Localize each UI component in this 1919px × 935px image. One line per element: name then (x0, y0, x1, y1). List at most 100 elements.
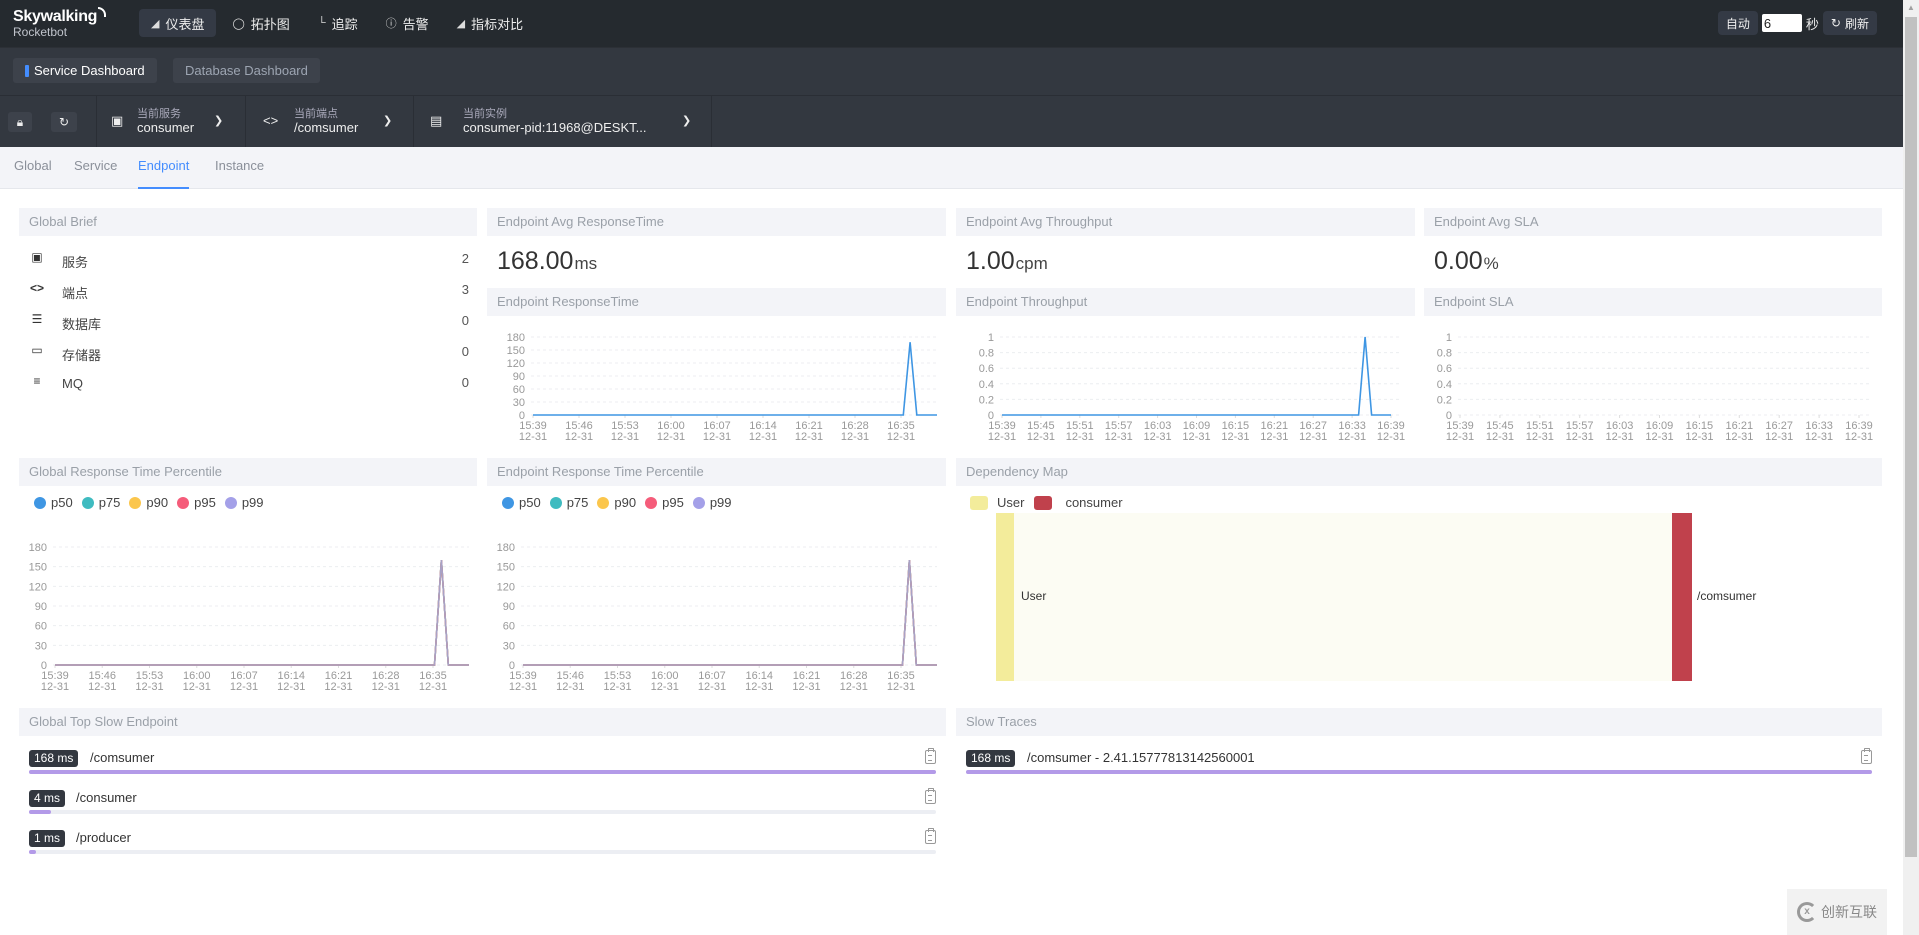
dependency-link[interactable] (996, 513, 1673, 681)
scrollbar-thumb[interactable] (1905, 17, 1917, 857)
subtab-instance[interactable]: Instance (215, 158, 264, 189)
legend-item-p95[interactable]: p95 (177, 495, 216, 510)
series-line-p95[interactable] (523, 560, 937, 666)
x-tick-sublabel: 12-31 (1027, 431, 1055, 443)
refresh-icon: ↻ (1830, 16, 1841, 30)
nav-item-comparison[interactable]: ◢ 指标对比 (445, 9, 535, 37)
vertical-scrollbar[interactable]: ▲ (1903, 0, 1919, 935)
legend-label: p75 (566, 495, 589, 510)
refresh-button[interactable]: ↻ 刷新 (1822, 11, 1877, 35)
duration-badge: 4 ms (29, 790, 66, 807)
x-tick-sublabel: 12-31 (1805, 431, 1833, 443)
instance-selector[interactable]: ▤ 当前实例 consumer-pid:11968@DESKT... ❯ (414, 96, 712, 148)
tab-service-dashboard[interactable]: Service Dashboard (13, 58, 157, 83)
nav-items: ◢ 仪表盘 ◯ 拓扑图 └ 追踪 ⓘ 告警 ◢ 指标对比 (139, 9, 535, 37)
legend-dot (645, 496, 658, 509)
clipboard-icon[interactable] (925, 748, 936, 764)
subtab-global[interactable]: Global (14, 158, 52, 189)
nav-item-topology[interactable]: ◯ 拓扑图 (220, 9, 301, 37)
clipboard-icon[interactable] (925, 828, 936, 844)
service-selector[interactable]: ▣ 当前服务 consumer ❯ (96, 96, 246, 148)
legend-item-p50[interactable]: p50 (502, 495, 541, 510)
subtab-endpoint[interactable]: Endpoint (138, 158, 190, 189)
slow-endpoint-row[interactable]: 1 ms /producer (29, 826, 936, 860)
nav-label: 拓扑图 (250, 16, 290, 32)
reload-button[interactable]: ↻ (51, 112, 77, 132)
series-line-p50[interactable] (55, 560, 469, 666)
y-tick-label: 30 (513, 397, 525, 409)
legend-item-p50[interactable]: p50 (34, 495, 73, 510)
x-tick-sublabel: 12-31 (1066, 431, 1094, 443)
legend-label: p99 (241, 495, 264, 510)
series-line-p75[interactable] (55, 560, 469, 666)
brief-row-endpoints: <> 端点 3 (29, 281, 469, 301)
brief-value: 0 (461, 375, 469, 390)
dependency-node-user[interactable] (996, 513, 1014, 681)
logo[interactable]: Skywalking Rocketbot (13, 7, 107, 39)
nav-item-dashboard[interactable]: ◢ 仪表盘 (139, 9, 217, 37)
duration-bar-fill (29, 770, 936, 774)
x-tick-sublabel: 12-31 (1845, 431, 1873, 443)
instance-selector-label: 当前实例 (463, 108, 507, 120)
clipboard-icon[interactable] (1861, 748, 1872, 764)
series-line-p99[interactable] (523, 560, 937, 666)
legend-item-p99[interactable]: p99 (224, 495, 264, 510)
legend-item-user[interactable]: User (970, 495, 1024, 510)
duration-bar-fill (29, 850, 37, 854)
x-tick-sublabel: 12-31 (1606, 431, 1634, 443)
lock-button[interactable]: 🔒︎ (8, 112, 32, 132)
series-line-p95[interactable] (55, 560, 469, 666)
x-tick-sublabel: 12-31 (1105, 431, 1133, 443)
series-line-responsetime[interactable] (533, 342, 937, 416)
unit: cpm (1015, 254, 1048, 273)
series-line-p99[interactable] (55, 560, 469, 666)
slow-trace-row[interactable]: 168 ms /comsumer - 2.41.1577781314256000… (966, 746, 1872, 780)
x-tick-sublabel: 12-31 (565, 431, 593, 443)
brief-label: 数据库 (62, 317, 102, 332)
legend-item-consumer[interactable]: consumer (1030, 495, 1123, 510)
x-tick-sublabel: 12-31 (135, 681, 163, 693)
y-tick-label: 150 (497, 562, 515, 574)
x-tick-sublabel: 12-31 (795, 431, 823, 443)
series-line-p75[interactable] (523, 560, 937, 666)
nav-item-trace[interactable]: └ 追踪 (306, 9, 370, 37)
series-line-p90[interactable] (55, 560, 469, 666)
slow-endpoint-row[interactable]: 168 ms /comsumer (29, 746, 936, 780)
legend-item-p95[interactable]: p95 (645, 495, 684, 510)
clipboard-icon[interactable] (925, 788, 936, 804)
x-tick-sublabel: 12-31 (703, 431, 731, 443)
x-tick-sublabel: 12-31 (611, 431, 639, 443)
nav-item-alarm[interactable]: ⓘ 告警 (374, 9, 441, 37)
refresh-interval-input[interactable] (1761, 14, 1802, 32)
scroll-up-icon[interactable]: ▲ (1903, 0, 1919, 16)
brief-value: 3 (461, 282, 469, 297)
brief-label: MQ (62, 376, 83, 391)
value: 168.00 (497, 247, 574, 275)
tab-database-dashboard[interactable]: Database Dashboard (173, 58, 320, 83)
dependency-node-comsumer[interactable] (1672, 513, 1692, 681)
y-tick-label: 0.4 (979, 379, 994, 391)
auto-refresh-button[interactable]: 自动 (1717, 11, 1758, 35)
y-tick-label: 60 (513, 384, 525, 396)
slow-endpoint-row[interactable]: 4 ms /consumer (29, 786, 936, 820)
series-line-p50[interactable] (523, 560, 937, 666)
series-line-throughput[interactable] (1002, 336, 1391, 416)
y-tick-label: 180 (497, 542, 515, 554)
legend-item-p75[interactable]: p75 (81, 495, 120, 510)
endpoint-selector[interactable]: <> 当前端点 /comsumer ❯ (246, 96, 414, 148)
code-icon: <> (29, 281, 44, 295)
x-tick-sublabel: 12-31 (841, 431, 869, 443)
y-tick-label: 0.2 (1437, 394, 1452, 406)
legend-item-p90[interactable]: p90 (129, 495, 168, 510)
legend-item-p75[interactable]: p75 (549, 495, 589, 510)
global-brief-title: Global Brief (19, 208, 477, 236)
dashboard-subtabs: Global Service Endpoint Instance (0, 147, 1903, 189)
brief-value: 0 (461, 313, 469, 328)
legend-item-p90[interactable]: p90 (597, 495, 636, 510)
top-nav: Skywalking Rocketbot ◢ 仪表盘 ◯ 拓扑图 └ 追踪 ⓘ 告警 ◢… (0, 0, 1903, 47)
subtab-service[interactable]: Service (74, 158, 117, 189)
legend-item-p99[interactable]: p99 (692, 495, 732, 510)
y-tick-label: 120 (507, 358, 525, 370)
series-line-p90[interactable] (523, 560, 937, 666)
storage-icon: ▭ (31, 343, 43, 357)
